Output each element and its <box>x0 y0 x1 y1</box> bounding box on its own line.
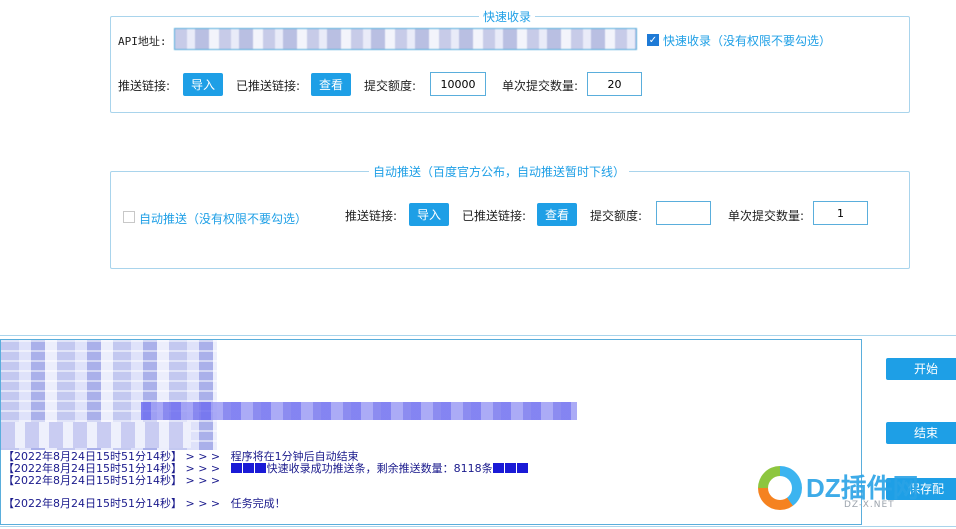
auto-quota-input[interactable] <box>656 201 711 225</box>
auto-push-title: 自动推送（百度官方公布，自动推送暂时下线） <box>369 163 630 180</box>
auto-push-checkbox-label[interactable]: 自动推送（没有权限不要勾选） <box>139 210 307 227</box>
batch-input[interactable] <box>587 72 642 96</box>
pushed-links-label: 已推送链接: <box>236 79 301 93</box>
auto-view-button[interactable]: 查看 <box>537 203 577 226</box>
auto-push-links-label: 推送链接: <box>345 209 398 223</box>
push-links-label: 推送链接: <box>118 79 171 93</box>
bottom-border <box>0 526 956 527</box>
stop-button[interactable]: 结束 <box>886 422 956 444</box>
dz-logo-icon <box>758 466 802 510</box>
auto-batch-label: 单次提交数量: <box>728 209 805 223</box>
watermark-subtext: DZ-X.NET <box>844 500 895 510</box>
quick-index-title: 快速收录 <box>479 8 536 25</box>
redacted-log-highlight <box>141 402 577 420</box>
quota-label: 提交额度: <box>364 79 417 93</box>
watermark-logo: DZ插件网 DZ-X.NET <box>752 462 952 520</box>
log-line: 【2022年8月24日15时51分14秒】 > > > 任务完成！ <box>3 497 286 510</box>
auto-import-button[interactable]: 导入 <box>409 203 449 226</box>
auto-quota-label: 提交额度: <box>590 209 643 223</box>
auto-push-checkbox[interactable] <box>123 211 135 223</box>
view-button[interactable]: 查看 <box>311 73 351 96</box>
quick-index-checkbox[interactable]: ✓ <box>647 34 659 46</box>
auto-pushed-links-label: 已推送链接: <box>462 209 527 223</box>
api-url-input[interactable] <box>174 28 637 50</box>
start-button[interactable]: 开始 <box>886 358 956 380</box>
api-label: API地址: <box>118 35 167 48</box>
quota-input[interactable] <box>430 72 486 96</box>
log-divider <box>0 335 956 336</box>
log-line: 【2022年8月24日15时51分14秒】 > > > <box>3 474 221 487</box>
redacted-log-fragment <box>1 422 191 448</box>
import-button[interactable]: 导入 <box>183 73 223 96</box>
quick-index-checkbox-label[interactable]: 快速收录（没有权限不要勾选） <box>663 32 831 49</box>
batch-label: 单次提交数量: <box>502 79 579 93</box>
auto-batch-input[interactable] <box>813 201 868 225</box>
log-output[interactable]: 【2022年8月24日15时51分14秒】 > > > 程序将在1分钟后自动结束… <box>0 339 862 525</box>
